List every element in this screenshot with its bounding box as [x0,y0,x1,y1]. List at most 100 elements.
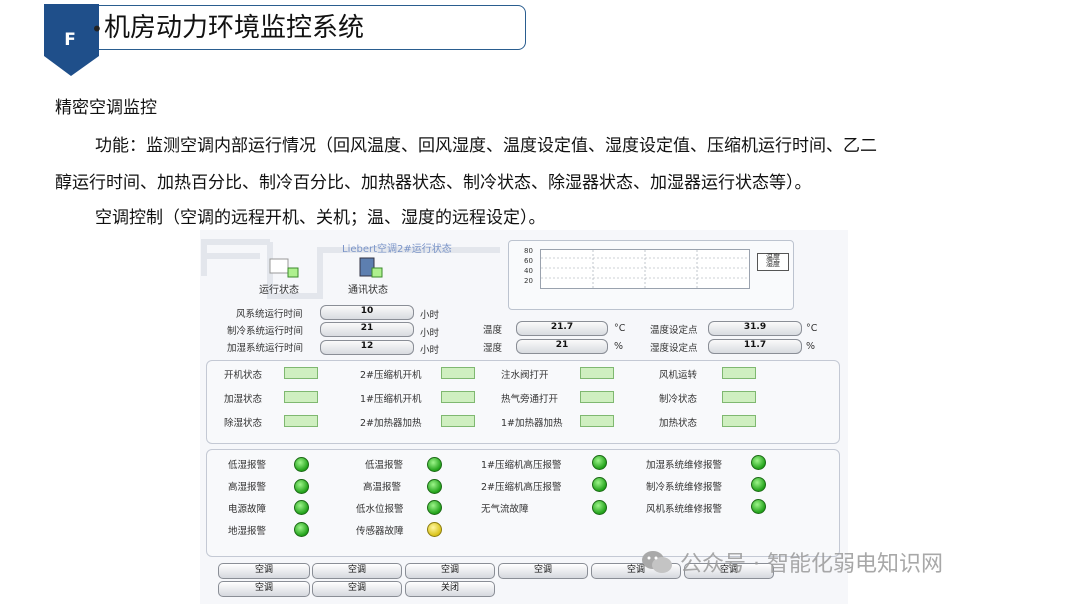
aircon-control-button[interactable]: 空调 [405,563,495,579]
state-indicator [441,415,475,427]
alarm-label: 高温报警 [363,482,402,493]
alarm-indicator [751,455,766,470]
setpoint-value-temp[interactable]: 31.9 [708,321,802,336]
runtime-unit-fan: 小时 [420,310,440,321]
runtime-label-humidify: 加湿系统运行时间 [227,343,304,354]
state-label: 1#加热器加热 [501,418,563,429]
runtime-unit-cooling: 小时 [420,328,440,339]
alarm-indicator [592,500,607,515]
state-indicator [580,415,614,427]
legend-humidity: 湿度 [766,260,780,268]
reading-label-temp: 温度 [483,325,503,336]
y-tick-20: 20 [524,277,533,285]
running-status-label: 运行状态 [259,285,299,296]
communication-status-icon[interactable] [358,256,384,280]
state-indicator [722,367,756,379]
aircon-control-button[interactable]: 空调 [498,563,588,579]
state-indicator [580,367,614,379]
state-label: 开机状态 [224,370,263,381]
alarm-indicator [427,457,442,472]
alarm-label: 无气流故障 [481,504,529,515]
reading-unit-humidity: % [614,341,624,352]
alarm-indicator [294,500,309,515]
setpoint-value-humidity[interactable]: 11.7 [708,339,802,354]
close-button[interactable]: 关闭 [405,581,495,597]
state-indicator [722,391,756,403]
alarm-indicator [592,455,607,470]
state-label: 热气旁通打开 [501,394,559,405]
alarm-indicator [427,479,442,494]
function-line-2: 醇运行时间、加热百分比、制冷百分比、加热器状态、制冷状态、除湿器状态、加湿器运行… [55,173,812,193]
setpoint-label-humidity: 湿度设定点 [650,343,698,354]
alarm-indicator [751,477,766,492]
y-tick-40: 40 [524,267,533,275]
alarm-indicator-warning [427,522,442,537]
alarm-label: 制冷系统维修报警 [646,482,723,493]
alarm-label: 电源故障 [228,504,267,515]
reading-value-humidity: 21 [516,339,608,354]
alarm-indicator [427,500,442,515]
alarm-label: 低湿报警 [228,460,267,471]
state-indicator [441,367,475,379]
state-label: 制冷状态 [659,394,698,405]
state-label: 2#加热器加热 [360,418,422,429]
reading-value-temp: 21.7 [516,321,608,336]
aircon-control-button[interactable]: 空调 [312,563,402,579]
chart-legend: 温度 湿度 [757,253,789,271]
alarm-indicator [294,479,309,494]
y-tick-60: 60 [524,257,533,265]
setpoint-unit-humidity: % [806,341,816,352]
panel-title: Liebert空调2#运行状态 [342,244,452,255]
function-line-1: 功能：监测空调内部运行情况（回风温度、回风湿度、温度设定值、湿度设定值、压缩机运… [95,136,877,156]
alarm-label: 2#压缩机高压报警 [481,482,562,493]
alarm-label: 低温报警 [365,460,404,471]
section-heading: 精密空调监控 [55,98,157,118]
alarm-label: 低水位报警 [356,504,404,515]
aircon-control-button[interactable]: 空调 [218,581,310,597]
state-label: 风机运转 [659,370,698,381]
setpoint-label-temp: 温度设定点 [650,325,698,336]
alarm-label: 传感器故障 [356,526,404,537]
state-indicator [284,391,318,403]
communication-status-label: 通讯状态 [348,285,388,296]
runtime-value-humidify: 12 [320,340,414,355]
reading-label-humidity: 湿度 [483,343,503,354]
runtime-value-fan: 10 [320,305,414,320]
wechat-icon [642,551,672,573]
state-indicator [722,415,756,427]
state-indicator [580,391,614,403]
page-title: 机房动力环境监控系统 [104,13,365,43]
alarm-indicator [592,477,607,492]
trend-plot-area [540,249,750,289]
reading-unit-temp: °C [614,323,626,334]
alarm-indicator [751,499,766,514]
alarm-label: 风机系统维修报警 [646,504,723,515]
title-bullet: • [91,17,103,41]
runtime-label-fan: 风系统运行时间 [236,309,303,320]
aircon-control-button[interactable]: 空调 [218,563,310,579]
runtime-label-cooling: 制冷系统运行时间 [227,326,304,337]
state-label: 加湿状态 [224,394,263,405]
state-label: 注水阀打开 [501,370,549,381]
runtime-unit-humidify: 小时 [420,345,440,356]
control-line: 空调控制（空调的远程开机、关机；温、湿度的远程设定）。 [95,208,546,228]
state-indicator [284,415,318,427]
alarm-label: 高湿报警 [228,482,267,493]
y-tick-80: 80 [524,247,533,255]
state-label: 加热状态 [659,418,698,429]
state-label: 除湿状态 [224,418,263,429]
badge-letter: F [64,30,76,50]
state-label: 2#压缩机开机 [360,370,422,381]
alarm-label: 1#压缩机高压报警 [481,460,562,471]
alarm-label: 地湿报警 [228,526,267,537]
state-label: 1#压缩机开机 [360,394,422,405]
state-indicator [284,367,318,379]
setpoint-unit-temp: °C [806,323,818,334]
alarm-indicator [294,457,309,472]
runtime-value-cooling: 21 [320,322,414,337]
state-indicator [441,391,475,403]
alarm-label: 加湿系统维修报警 [646,460,723,471]
running-status-icon[interactable] [268,256,300,280]
alarm-indicator [294,522,309,537]
aircon-control-button[interactable]: 空调 [312,581,402,597]
